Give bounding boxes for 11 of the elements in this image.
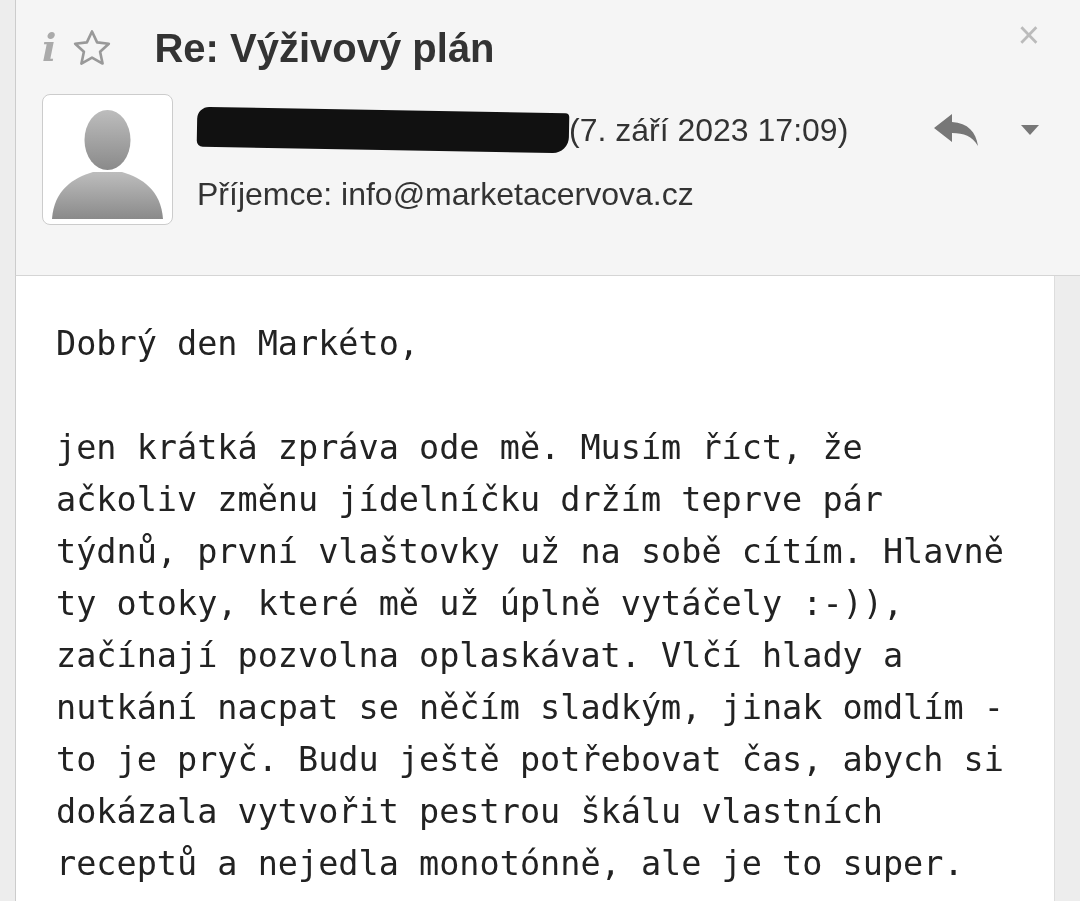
- recipient-label: Příjemce:: [197, 176, 333, 212]
- avatar-icon: [42, 94, 173, 225]
- reply-icon[interactable]: [932, 112, 980, 148]
- message-paragraph: jen krátká zpráva ode mě. Musím říct, že ačkoliv změnu jídelníčku držím teprve pár týdnů, první vlaštovky už na sobě cítím. Hlavně ty otoky, které mě už úplně vytáčely :-)), začínají pozvolna oplaskávat. Vlčí hlady a nutkání nacpat se něčím sladkým, jinak omdlím - to je pryč. Budu ještě potřebovat čas, abych si dokázala vytvořit pestrou škálu vlastních receptů a nejedla monotónně, ale je to super.: [56, 427, 1005, 885]
- info-icon[interactable]: i: [42, 29, 57, 67]
- email-date: (7. září 2023 17:09): [569, 111, 849, 150]
- message-paragraph: Dobrý den Markéto,: [56, 323, 421, 365]
- caret-icon[interactable]: [1020, 124, 1040, 136]
- star-icon[interactable]: [72, 29, 113, 67]
- email-subject: Re: Výživový plán: [154, 25, 495, 72]
- recipient-address: info@marketacervova.cz: [341, 176, 694, 212]
